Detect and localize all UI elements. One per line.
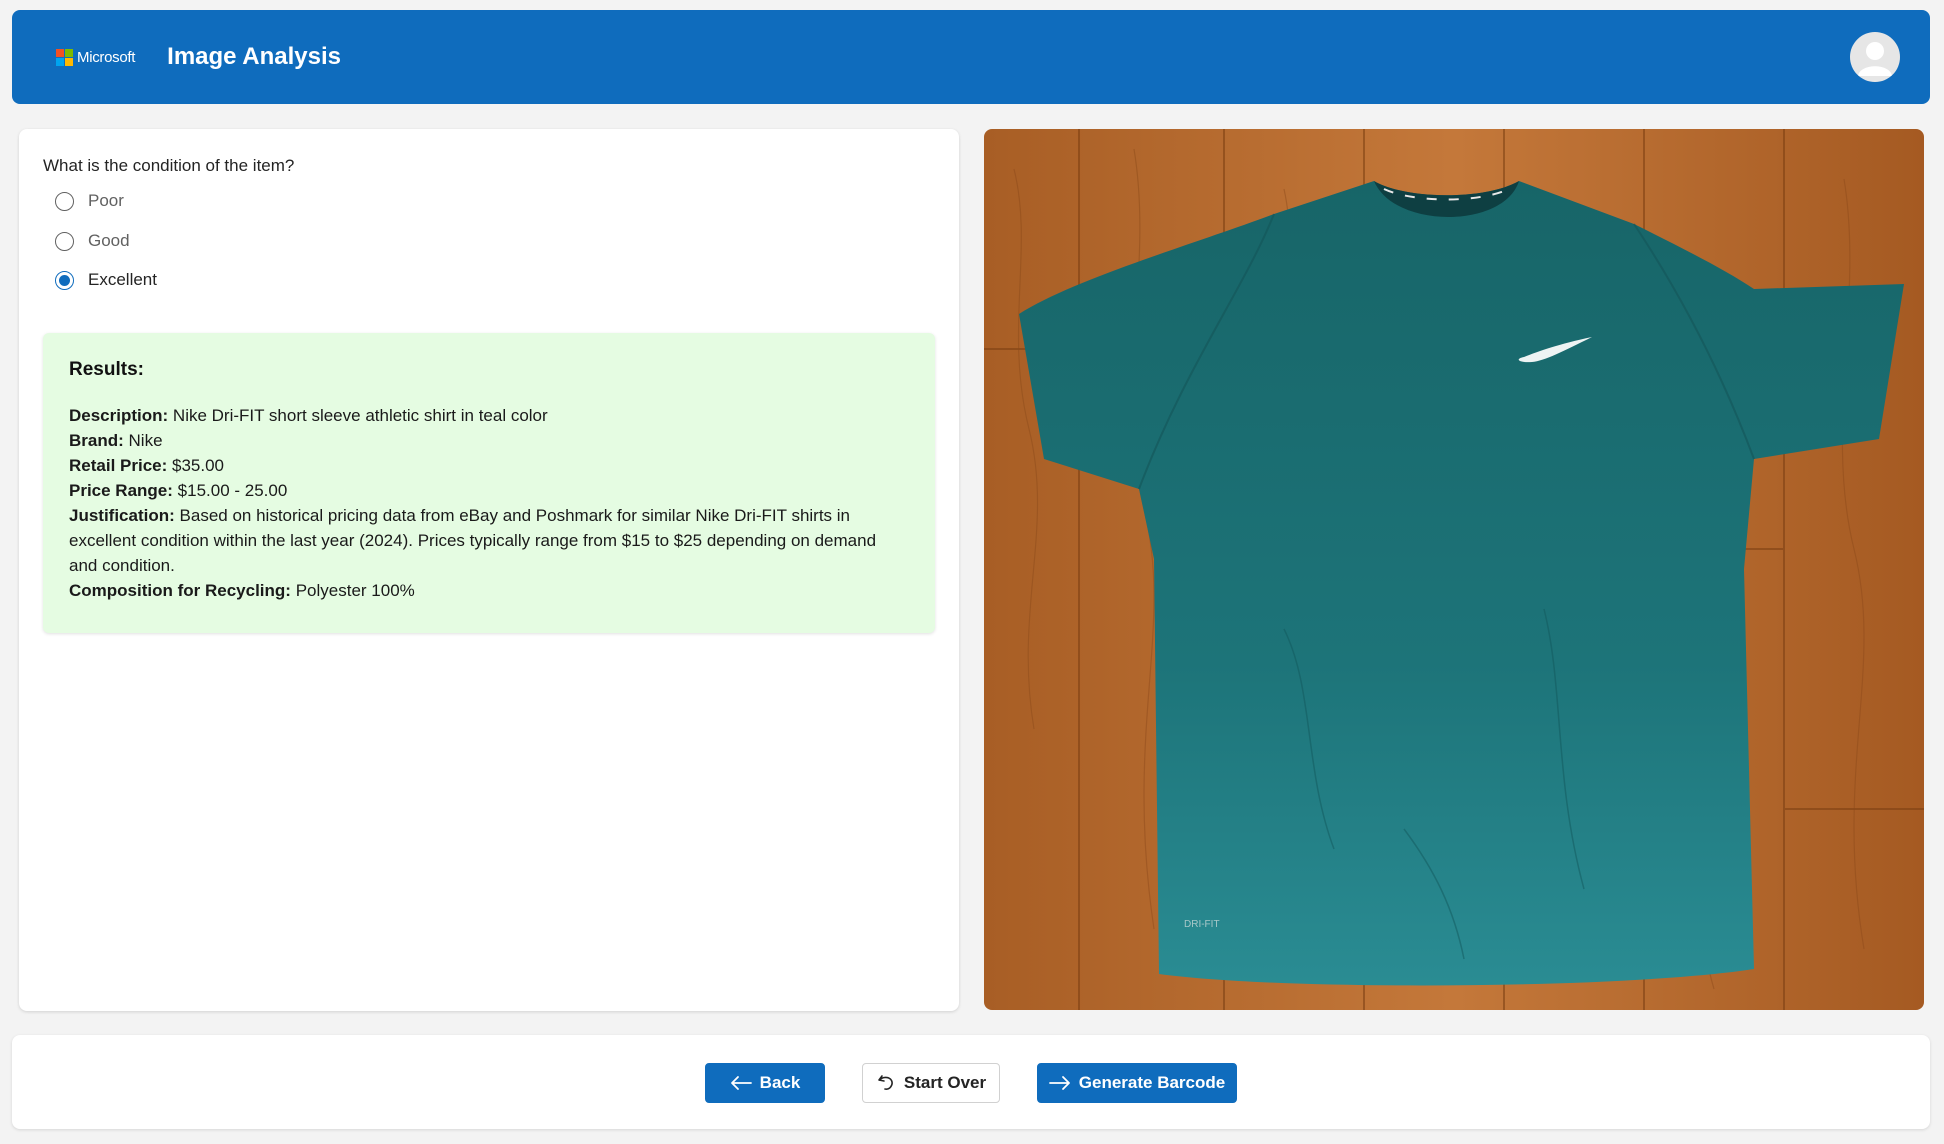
price-range-line: Price Range: $15.00 - 25.00 (69, 478, 909, 503)
microsoft-logo-icon (56, 48, 73, 66)
radio-option-excellent[interactable]: Excellent (55, 270, 157, 290)
radio-label: Excellent (88, 270, 157, 289)
retail-price-line: Retail Price: $35.00 (69, 453, 909, 478)
radio-label: Good (88, 231, 130, 250)
radio-button[interactable] (55, 191, 74, 211)
price-range-label: Price Range: (69, 481, 173, 500)
price-range-value: $15.00 - 25.00 (177, 481, 288, 500)
arrow-left-icon (730, 1076, 752, 1090)
generate-barcode-button[interactable]: Generate Barcode (1037, 1063, 1237, 1103)
condition-panel: What is the condition of the item? Poor … (19, 129, 959, 1011)
retail-price-label: Retail Price: (69, 456, 168, 475)
back-button[interactable]: Back (705, 1063, 825, 1103)
start-over-button[interactable]: Start Over (862, 1063, 1000, 1103)
justification-line: Justification: Based on historical prici… (69, 503, 909, 578)
composition-line: Composition for Recycling: Polyester 100… (69, 578, 909, 603)
action-footer: Back Start Over Generate Barcode (12, 1035, 1930, 1129)
brand-label: Brand: (69, 431, 124, 450)
radio-option-poor[interactable]: Poor (55, 191, 124, 211)
user-avatar[interactable] (1850, 32, 1900, 82)
shirt-photo-image: DRI-FIT (984, 129, 1924, 1010)
start-over-button-label: Start Over (903, 1073, 987, 1092)
description-value: Nike Dri-FIT short sleeve athletic shirt… (172, 406, 548, 425)
condition-question: What is the condition of the item? (43, 156, 295, 175)
radio-option-good[interactable]: Good (55, 231, 130, 251)
brand-name: Microsoft (77, 48, 136, 66)
person-icon (1858, 42, 1892, 76)
brand-line: Brand: Nike (69, 428, 909, 453)
item-photo: DRI-FIT (984, 129, 1924, 1010)
results-box: Results: Description: Nike Dri-FIT short… (43, 333, 935, 633)
radio-button[interactable] (55, 231, 74, 251)
radio-label: Poor (88, 191, 124, 210)
radio-selected-dot (59, 274, 70, 286)
undo-icon (878, 1075, 893, 1090)
composition-value: Polyester 100% (295, 581, 415, 600)
app-header: Microsoft Image Analysis (12, 10, 1930, 104)
description-label: Description: (69, 406, 169, 425)
svg-text:DRI-FIT: DRI-FIT (1184, 919, 1220, 930)
microsoft-logo: Microsoft (56, 48, 136, 66)
composition-label: Composition for Recycling: (69, 581, 291, 600)
results-title: Results: (69, 359, 144, 380)
page-title: Image Analysis (167, 43, 342, 70)
retail-price-value: $35.00 (172, 456, 224, 475)
radio-button[interactable] (55, 270, 74, 290)
description-line: Description: Nike Dri-FIT short sleeve a… (69, 403, 909, 428)
justification-value: Based on historical pricing data from eB… (69, 506, 877, 575)
arrow-right-icon (1048, 1076, 1070, 1090)
back-button-label: Back (759, 1073, 801, 1092)
justification-label: Justification: (69, 506, 175, 525)
generate-barcode-button-label: Generate Barcode (1078, 1073, 1226, 1092)
brand-value: Nike (128, 431, 163, 450)
